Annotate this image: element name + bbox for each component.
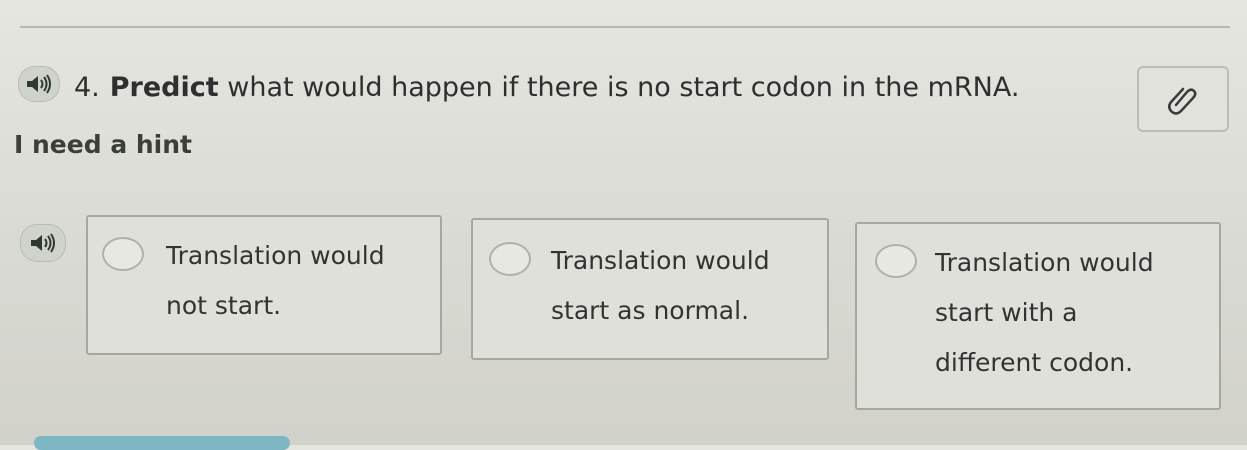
attachment-tool-button[interactable]	[1137, 66, 1229, 132]
progress-bar	[34, 436, 290, 450]
question-text: 4. Predict what would happen if there is …	[74, 68, 1019, 108]
speaker-icon	[31, 233, 55, 253]
question-keyword: Predict	[109, 72, 219, 103]
answer-choice-label: Translation would start as normal.	[551, 246, 770, 325]
answer-choice-1[interactable]: Translation would not start.	[86, 215, 442, 355]
radio-button[interactable]	[102, 237, 144, 271]
paperclip-icon	[1168, 87, 1197, 115]
question-body: what would happen if there is no start c…	[218, 72, 1020, 103]
choices-audio-button[interactable]	[20, 224, 66, 262]
hint-link[interactable]: I need a hint	[14, 130, 192, 159]
top-divider	[20, 26, 1230, 28]
answer-choice-2[interactable]: Translation would start as normal.	[471, 218, 829, 360]
answer-choice-label: Translation would not start.	[166, 241, 385, 320]
answer-choice-3[interactable]: Translation would start with a different…	[855, 222, 1221, 410]
speaker-icon	[27, 74, 51, 94]
radio-button[interactable]	[875, 244, 917, 278]
question-audio-button[interactable]	[18, 66, 60, 102]
answer-choice-label: Translation would start with a different…	[935, 248, 1154, 377]
radio-button[interactable]	[489, 242, 531, 276]
question-number: 4.	[74, 72, 100, 103]
